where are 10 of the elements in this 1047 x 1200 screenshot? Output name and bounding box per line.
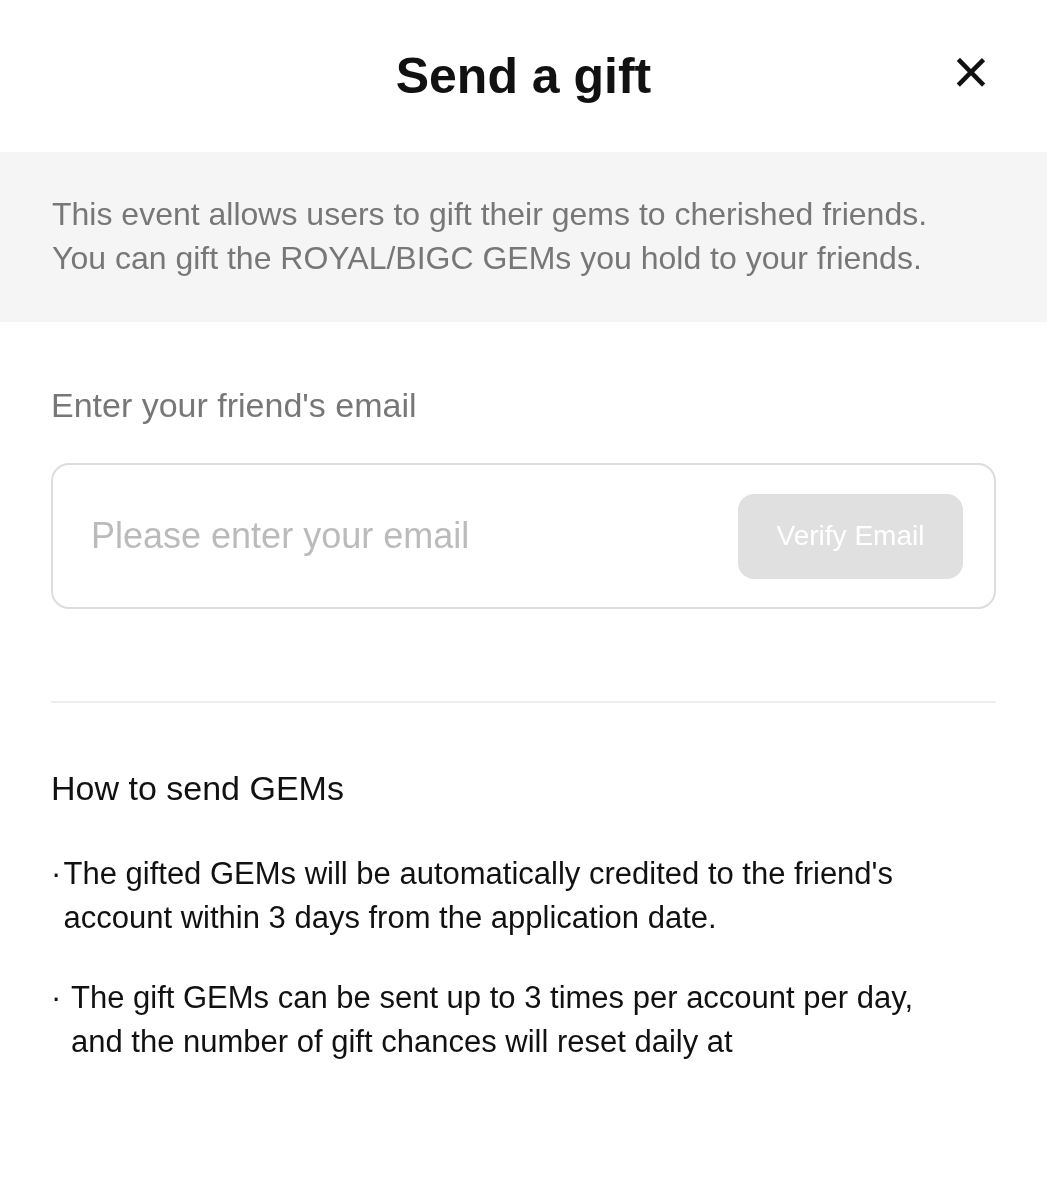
close-button[interactable]: × (943, 44, 999, 100)
notice-text: This event allows users to gift their gems to cherished friends. (52, 195, 929, 234)
bullet-marker: · (51, 979, 63, 1017)
bullet-marker: · (51, 855, 63, 893)
instruction-text: The gift GEMs can be sent up to 3 times per account per day, and the number of gift chances will reset daily at (71, 979, 914, 1061)
section-heading: How to send GEMs (51, 769, 345, 808)
instruction-text: The gifted GEMs will be automatically credited to the friend's account within 3 days from the application date. (63, 855, 895, 937)
dialog-title: Send a gift (395, 47, 652, 105)
notice-text: You can gift the ROYAL/BIGC GEMs you hold to your friends. (52, 239, 923, 278)
field-label: Enter your friend's email (51, 386, 418, 425)
